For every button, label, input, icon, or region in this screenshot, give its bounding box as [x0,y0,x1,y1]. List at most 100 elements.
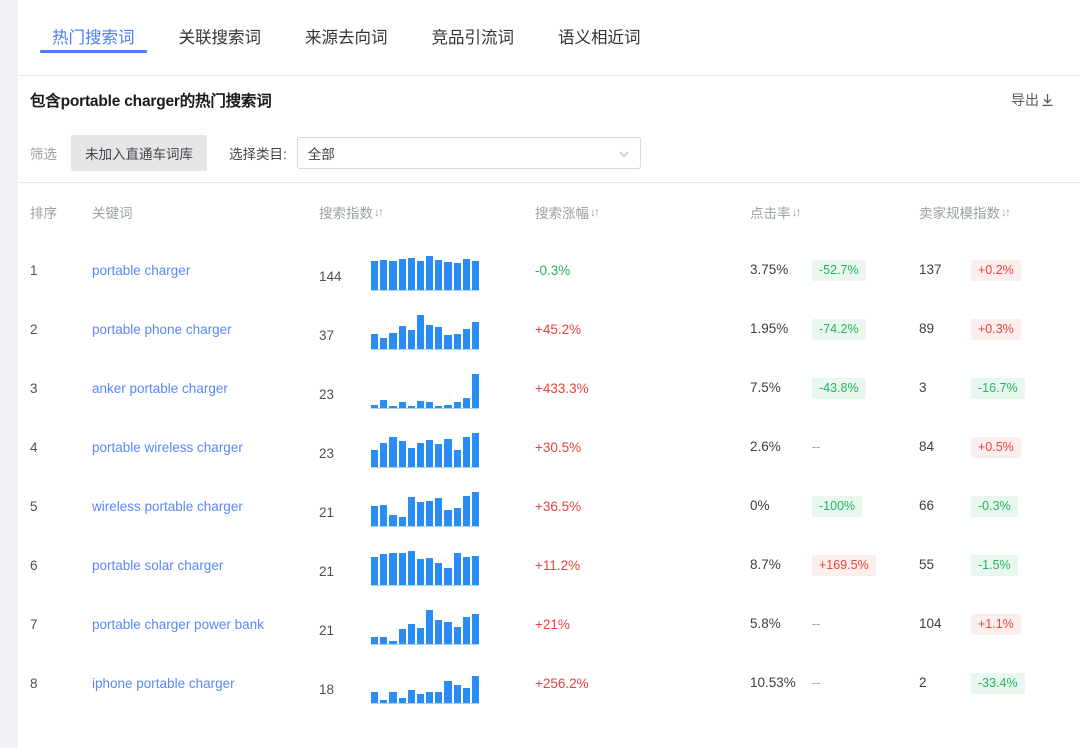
search-index-sparkline [371,546,479,586]
ctr-change-badge: +169.5% [812,555,876,576]
filter-chip-not-in-ppc-library[interactable]: 未加入直通车词库 [71,135,207,171]
table-header-row: 排序关键词搜索指数↓↑搜索涨幅↓↑点击率↓↑卖家规模指数↓↑ [30,183,1068,241]
keyword-link[interactable]: wireless portable charger [92,499,243,514]
sort-updown-icon[interactable]: ↓↑ [590,206,598,218]
column-header-index[interactable]: 搜索指数↓↑ [319,202,535,222]
sparkline-bar [444,568,451,584]
ctr-change-badge: -74.2% [812,319,866,340]
table-row: 4portable wireless charger23+30.5%2.6%--… [30,418,1068,477]
tab-1[interactable]: 关联搜索词 [157,0,284,52]
seller-change-badge: -33.4% [971,673,1025,694]
column-header-growth[interactable]: 搜索涨幅↓↑ [535,202,750,222]
table-row: 7portable charger power bank21+21%5.8%--… [30,595,1068,654]
search-growth-value: +21% [535,617,570,632]
category-select-value: 全部 [308,143,335,163]
ctr-value: 10.53% [750,675,812,690]
tab-0[interactable]: 热门搜索词 [30,0,157,52]
sparkline-bar [380,260,387,289]
sparkline-bar [444,262,451,290]
keyword-link[interactable]: anker portable charger [92,381,228,396]
table-row: 8iphone portable charger18+256.2%10.53%-… [30,654,1068,713]
page-title: 包含portable charger的热门搜索词 [30,89,272,111]
cell-search-index: 18 [319,664,535,704]
sparkline-bar [380,443,387,466]
sparkline-bar [463,496,470,525]
sparkline-bar [435,620,442,644]
keyword-link[interactable]: iphone portable charger [92,676,235,691]
sparkline-bar [380,338,387,349]
cell-seller-index: 84+0.5% [919,437,1080,458]
keyword-link[interactable]: portable charger power bank [92,617,264,632]
sort-updown-icon[interactable]: ↓↑ [1001,206,1009,218]
export-button-label: 导出 [1011,90,1039,110]
sparkline-bar [444,681,451,702]
column-header-label: 搜索涨幅 [535,202,589,222]
sparkline-bar [399,553,406,584]
export-button[interactable]: 导出 [1011,90,1054,110]
sparkline-bar [426,440,433,467]
sort-updown-icon[interactable]: ↓↑ [792,206,800,218]
sparkline-bar [472,614,479,643]
cell-seller-index: 104+1.1% [919,614,1080,635]
keyword-link[interactable]: portable wireless charger [92,440,243,455]
ctr-value: 2.6% [750,439,812,454]
sparkline-bar [463,259,470,289]
column-header-ctr[interactable]: 点击率↓↑ [750,202,919,222]
cell-keyword: anker portable charger [92,381,319,396]
category-select[interactable]: 全部 [297,137,641,169]
sparkline-bar [444,510,451,525]
content-card: 热门搜索词关联搜索词来源去向词竞品引流词语义相近词 包含portable cha… [18,0,1080,748]
ctr-change-badge: -- [812,437,827,458]
seller-index-value: 66 [919,498,971,513]
sparkline-bar [472,374,479,408]
cell-search-index: 21 [319,605,535,645]
cell-search-growth: +21% [535,617,750,632]
sparkline-bar [472,676,479,703]
sparkline-bar [408,551,415,585]
tab-3[interactable]: 竞品引流词 [410,0,537,52]
sparkline-bar [417,559,424,584]
cell-search-index: 21 [319,546,535,586]
tab-2[interactable]: 来源去向词 [283,0,410,52]
seller-change-badge: +0.5% [971,437,1021,458]
column-header-label: 关键词 [92,202,133,222]
sparkline-bar [399,441,406,466]
cell-search-index: 144 [319,251,535,291]
keyword-link[interactable]: portable solar charger [92,558,223,573]
column-header-seller[interactable]: 卖家规模指数↓↑ [919,202,1080,222]
sparkline-bar [417,261,424,290]
sparkline-bar [435,692,442,702]
category-label: 选择类目: [229,143,287,163]
sparkline-bar [435,444,442,466]
cell-seller-index: 2-33.4% [919,673,1080,694]
sparkline-bar [454,334,461,349]
cell-rank: 1 [30,263,92,278]
cell-ctr: 2.6%-- [750,437,919,458]
cell-seller-index: 3-16.7% [919,378,1080,399]
sparkline-bar [435,498,442,525]
search-index-value: 21 [319,611,371,638]
sparkline-bar [389,261,396,290]
cell-search-growth: +30.5% [535,440,750,455]
sparkline-bar [444,335,451,349]
sparkline-bar [454,553,461,585]
sparkline-bar [472,492,479,526]
cell-search-index: 23 [319,428,535,468]
sparkline-bar [472,433,479,467]
sparkline-bar [399,402,406,408]
keyword-link[interactable]: portable charger [92,263,190,278]
cell-search-growth: +11.2% [535,558,750,573]
cell-keyword: portable charger [92,263,319,278]
search-index-value: 23 [319,375,371,402]
column-header-label: 卖家规模指数 [919,202,1000,222]
search-index-value: 21 [319,493,371,520]
table-body: 1portable charger144-0.3%3.75%-52.7%137+… [30,241,1068,713]
title-row: 包含portable charger的热门搜索词 导出 [18,76,1080,124]
tab-4[interactable]: 语义相近词 [536,0,663,52]
sparkline-bar [435,406,442,408]
seller-index-value: 3 [919,380,971,395]
sparkline-bar [444,439,451,466]
page-root: 热门搜索词关联搜索词来源去向词竞品引流词语义相近词 包含portable cha… [0,0,1080,748]
keyword-link[interactable]: portable phone charger [92,322,232,337]
sort-updown-icon[interactable]: ↓↑ [374,206,382,218]
